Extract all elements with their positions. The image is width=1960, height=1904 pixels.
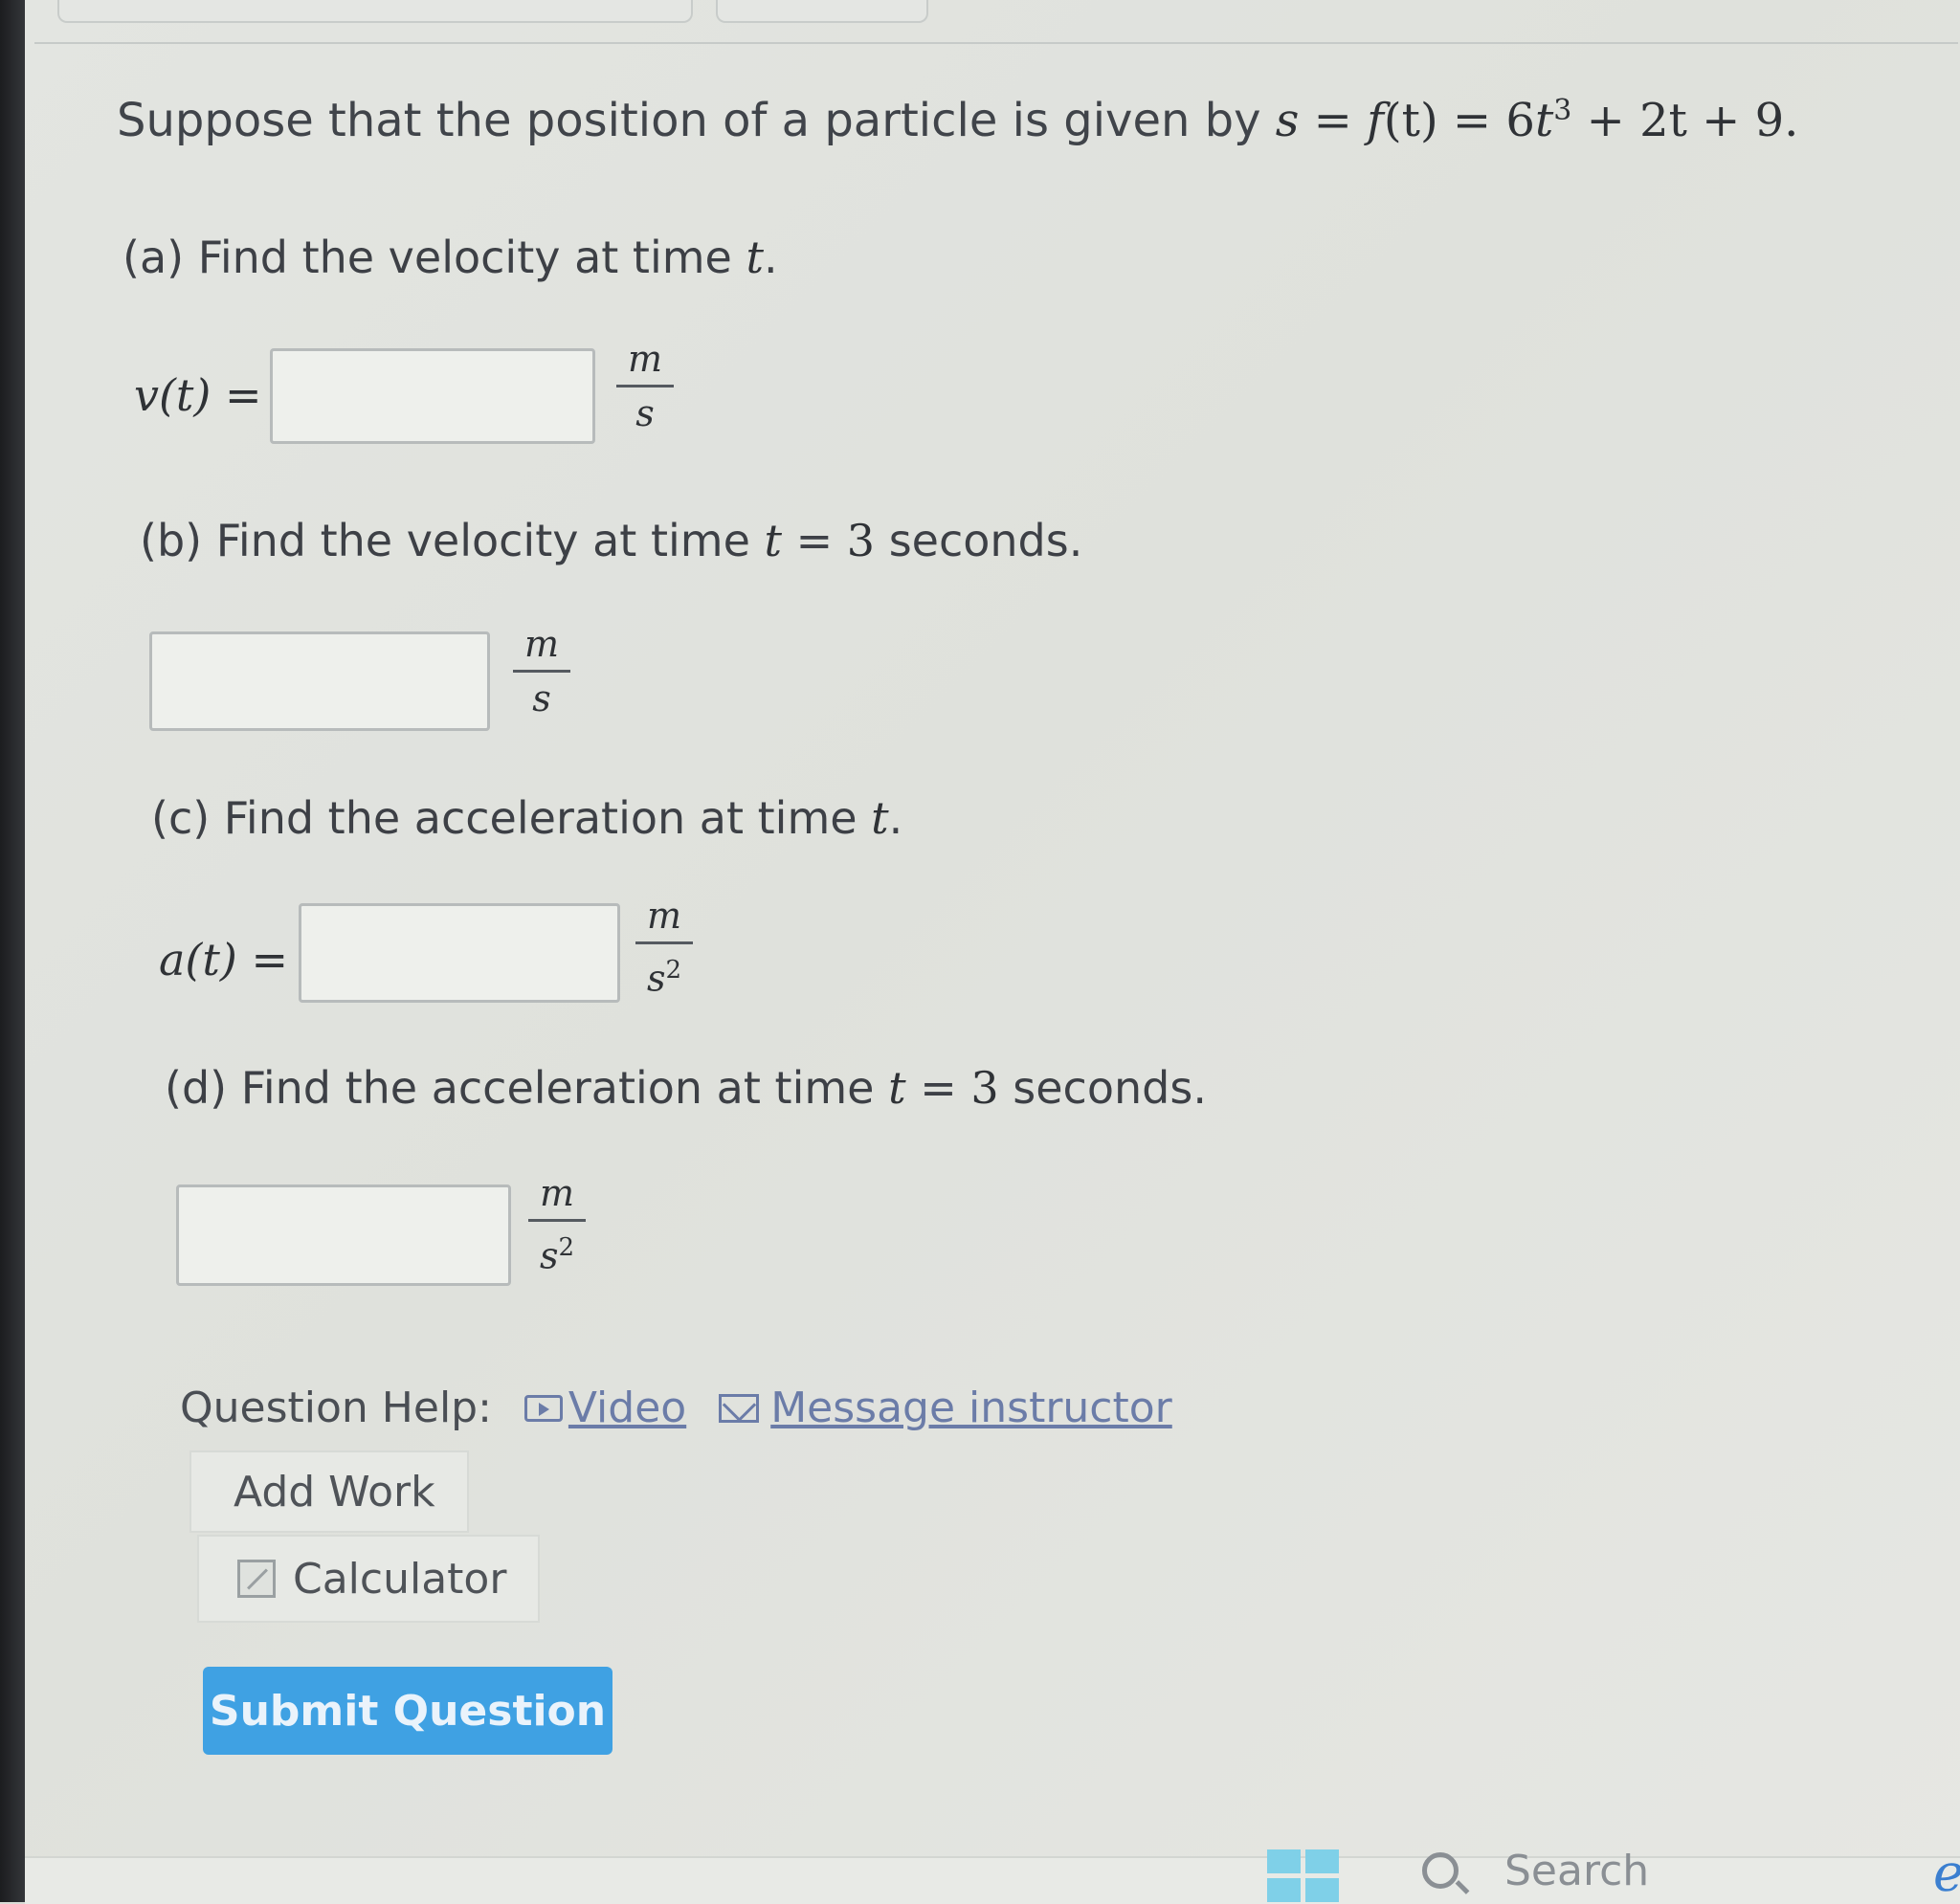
calculator-button[interactable]: Calculator	[197, 1535, 540, 1623]
position-function: s = f(t) = 6t3 + 2t + 9.	[1275, 94, 1799, 147]
video-link[interactable]: Video	[568, 1384, 686, 1432]
submit-question-button[interactable]: Submit Question	[203, 1667, 612, 1755]
top-tab-left[interactable]	[57, 0, 693, 23]
browser-icon[interactable]: ℯ	[1933, 1843, 1960, 1903]
windows-icon[interactable]	[1267, 1849, 1340, 1902]
screen-bezel	[0, 0, 25, 1902]
velocity-at-3-answer-input[interactable]	[149, 631, 490, 731]
taskbar-search[interactable]: Search	[1504, 1847, 1649, 1895]
question-help: Question Help: Video Message instructor	[180, 1384, 1172, 1432]
message-instructor-link[interactable]: Message instructor	[770, 1384, 1172, 1432]
velocity-unit: ms	[616, 335, 674, 437]
top-toolbar-strip	[34, 0, 1958, 44]
velocity-answer-input[interactable]	[270, 348, 595, 444]
part-a-prompt: (a) Find the velocity at time t.	[122, 232, 778, 283]
add-work-button[interactable]: Add Work	[189, 1450, 469, 1533]
velocity-at-3-unit: ms	[513, 620, 570, 722]
calculator-icon	[237, 1560, 276, 1598]
acceleration-answer-input[interactable]	[299, 903, 620, 1003]
velocity-label: v(t) =	[134, 369, 262, 421]
acceleration-at-3-answer-input[interactable]	[176, 1184, 511, 1286]
question-help-label: Question Help:	[180, 1384, 492, 1432]
mail-icon[interactable]	[719, 1393, 760, 1423]
acceleration-unit: m s2	[635, 892, 693, 1000]
part-c-prompt: (c) Find the acceleration at time t.	[151, 792, 903, 844]
search-icon[interactable]	[1422, 1852, 1459, 1889]
top-tab-right[interactable]	[716, 0, 928, 23]
part-b-prompt: (b) Find the velocity at time t = 3 seco…	[140, 515, 1083, 566]
statement-text: Suppose that the position of a particle …	[117, 94, 1276, 147]
acceleration-at-3-unit: m s2	[528, 1169, 586, 1277]
acceleration-label: a(t) =	[159, 934, 288, 985]
taskbar	[25, 1856, 1960, 1904]
video-icon[interactable]	[523, 1394, 563, 1422]
problem-statement: Suppose that the position of a particle …	[117, 94, 1798, 147]
part-d-prompt: (d) Find the acceleration at time t = 3 …	[165, 1062, 1207, 1114]
